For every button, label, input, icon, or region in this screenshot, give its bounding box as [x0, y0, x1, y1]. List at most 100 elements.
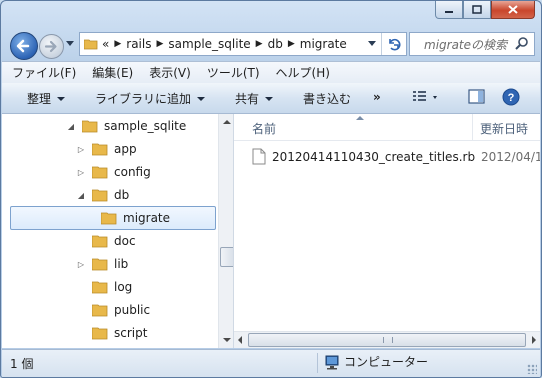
back-arrow-icon	[16, 39, 30, 53]
breadcrumb-rails[interactable]: rails	[126, 37, 151, 51]
tree-item-label: db	[114, 188, 130, 202]
expanded-arrow-icon[interactable]: ◢	[76, 191, 86, 200]
menu-view[interactable]: 表示(V)	[149, 64, 191, 81]
organize-button[interactable]: 整理	[27, 90, 66, 107]
burn-label: 書き込む	[303, 92, 352, 106]
share-button[interactable]: 共有	[235, 90, 274, 107]
tree-item-log[interactable]: log	[76, 276, 132, 298]
tree-item-app[interactable]: ▷ app	[76, 138, 137, 160]
search-icon[interactable]	[515, 36, 529, 50]
chevron-down-icon	[57, 96, 66, 101]
status-location: コンピューター	[324, 353, 428, 370]
caption-buttons	[435, 1, 535, 19]
forward-arrow-icon	[44, 40, 57, 53]
view-icon[interactable]	[412, 89, 442, 105]
tree-item-label: config	[114, 165, 151, 179]
address-bar[interactable]: « ▶ rails ▶ sample_sqlite ▶ db ▶ migrate	[79, 32, 407, 56]
burn-button[interactable]: 書き込む	[303, 90, 351, 107]
scroll-left-arrow-icon[interactable]	[238, 336, 242, 344]
breadcrumb-migrate[interactable]: migrate	[300, 37, 347, 51]
tree-item-db[interactable]: ◢ db	[76, 184, 129, 206]
scroll-thumb[interactable]	[248, 333, 526, 347]
breadcrumb: « ▶ rails ▶ sample_sqlite ▶ db ▶ migrate	[102, 37, 347, 51]
close-icon	[508, 5, 518, 14]
menu-file[interactable]: ファイル(F)	[12, 64, 76, 81]
folder-icon	[92, 235, 108, 248]
collapsed-arrow-icon[interactable]: ▷	[76, 168, 86, 177]
column-divider[interactable]	[472, 114, 473, 140]
breadcrumb-overflow[interactable]: «	[102, 37, 109, 51]
tree-item-lib[interactable]: ▷ lib	[76, 253, 128, 275]
column-header-row: 名前 更新日時	[234, 114, 540, 141]
breadcrumb-separator[interactable]: ▶	[256, 39, 263, 49]
folder-icon	[82, 120, 98, 133]
resize-grip[interactable]	[527, 364, 537, 374]
close-button[interactable]	[491, 1, 535, 19]
tree-item-label: public	[114, 303, 151, 317]
more-commands-button[interactable]: »	[373, 90, 381, 104]
menu-tools[interactable]: ツール(T)	[207, 64, 260, 81]
tree-item-public[interactable]: public	[76, 299, 150, 321]
tree-item-migrate[interactable]: migrate	[10, 206, 216, 230]
location-label: コンピューター	[344, 355, 429, 369]
file-name: 20120414110430_create_titles.rb	[272, 149, 476, 164]
breadcrumb-separator[interactable]: ▶	[288, 39, 295, 49]
back-button[interactable]	[10, 32, 38, 60]
column-header-name[interactable]: 名前	[252, 120, 276, 137]
add-to-library-label: ライブラリに追加	[95, 92, 192, 106]
folder-icon	[92, 281, 108, 294]
forward-button[interactable]	[39, 34, 64, 59]
column-header-modified[interactable]: 更新日時	[480, 120, 528, 137]
maximize-icon	[472, 5, 482, 14]
expanded-arrow-icon[interactable]: ◢	[66, 122, 76, 131]
more-label: »	[373, 90, 381, 104]
file-row[interactable]: 20120414110430_create_titles.rb 2012/04/…	[252, 148, 540, 165]
tree-item-sample-sqlite[interactable]: ◢ sample_sqlite	[66, 115, 186, 137]
folder-icon	[92, 304, 108, 317]
tree-item-label: doc	[114, 234, 136, 248]
file-modified: 2012/04/1	[481, 150, 540, 164]
file-icon	[252, 148, 266, 165]
tree-item-script[interactable]: script	[76, 322, 147, 344]
preview-pane-icon[interactable]	[468, 89, 486, 105]
scroll-up-arrow-icon[interactable]	[223, 120, 231, 124]
tree-item-doc[interactable]: doc	[76, 230, 136, 252]
collapsed-arrow-icon[interactable]: ▷	[76, 260, 86, 269]
help-icon[interactable]: ?	[502, 88, 520, 106]
navigation-scrollbar[interactable]	[218, 114, 233, 348]
sort-ascending-icon	[356, 116, 364, 120]
explorer-window: « ▶ rails ▶ sample_sqlite ▶ db ▶ migrate…	[0, 0, 542, 378]
folder-icon	[84, 39, 98, 50]
breadcrumb-separator[interactable]: ▶	[114, 39, 121, 49]
organize-label: 整理	[27, 92, 52, 106]
breadcrumb-separator[interactable]: ▶	[156, 39, 163, 49]
refresh-button[interactable]	[381, 33, 406, 55]
breadcrumb-sample-sqlite[interactable]: sample_sqlite	[168, 37, 250, 51]
tree-item-config[interactable]: ▷ config	[76, 161, 151, 183]
collapsed-arrow-icon[interactable]: ▷	[76, 145, 86, 154]
add-to-library-button[interactable]: ライブラリに追加	[95, 90, 206, 107]
file-list-pane[interactable]: 名前 更新日時 20120414110430_create_titles.rb …	[234, 114, 540, 348]
computer-icon	[325, 355, 339, 369]
menu-help[interactable]: ヘルプ(H)	[276, 64, 330, 81]
menu-edit[interactable]: 編集(E)	[92, 64, 133, 81]
scroll-right-arrow-icon[interactable]	[532, 336, 536, 344]
horizontal-scrollbar[interactable]	[234, 331, 540, 348]
search-box[interactable]: migrateの検索	[409, 32, 535, 56]
chevron-down-icon	[197, 96, 206, 101]
folder-icon	[92, 166, 108, 179]
command-bar: 整理 ライブラリに追加 共有 書き込む » ?	[2, 83, 540, 114]
scroll-down-arrow-icon[interactable]	[223, 338, 231, 342]
tree-item-label: script	[114, 326, 148, 340]
tree-item-label: log	[114, 280, 133, 294]
breadcrumb-db[interactable]: db	[268, 37, 283, 51]
chevron-down-icon	[265, 96, 274, 101]
navigation-pane[interactable]: ◢ sample_sqlite ▷ app ▷ config ◢ db migr…	[2, 114, 234, 348]
minimize-button[interactable]	[435, 1, 463, 19]
recent-pages-dropdown[interactable]	[66, 41, 74, 46]
address-dropdown[interactable]	[368, 41, 376, 46]
scroll-thumb[interactable]	[220, 247, 233, 267]
share-label: 共有	[235, 92, 260, 106]
maximize-button[interactable]	[463, 1, 491, 19]
tree-item-label: sample_sqlite	[104, 119, 187, 133]
